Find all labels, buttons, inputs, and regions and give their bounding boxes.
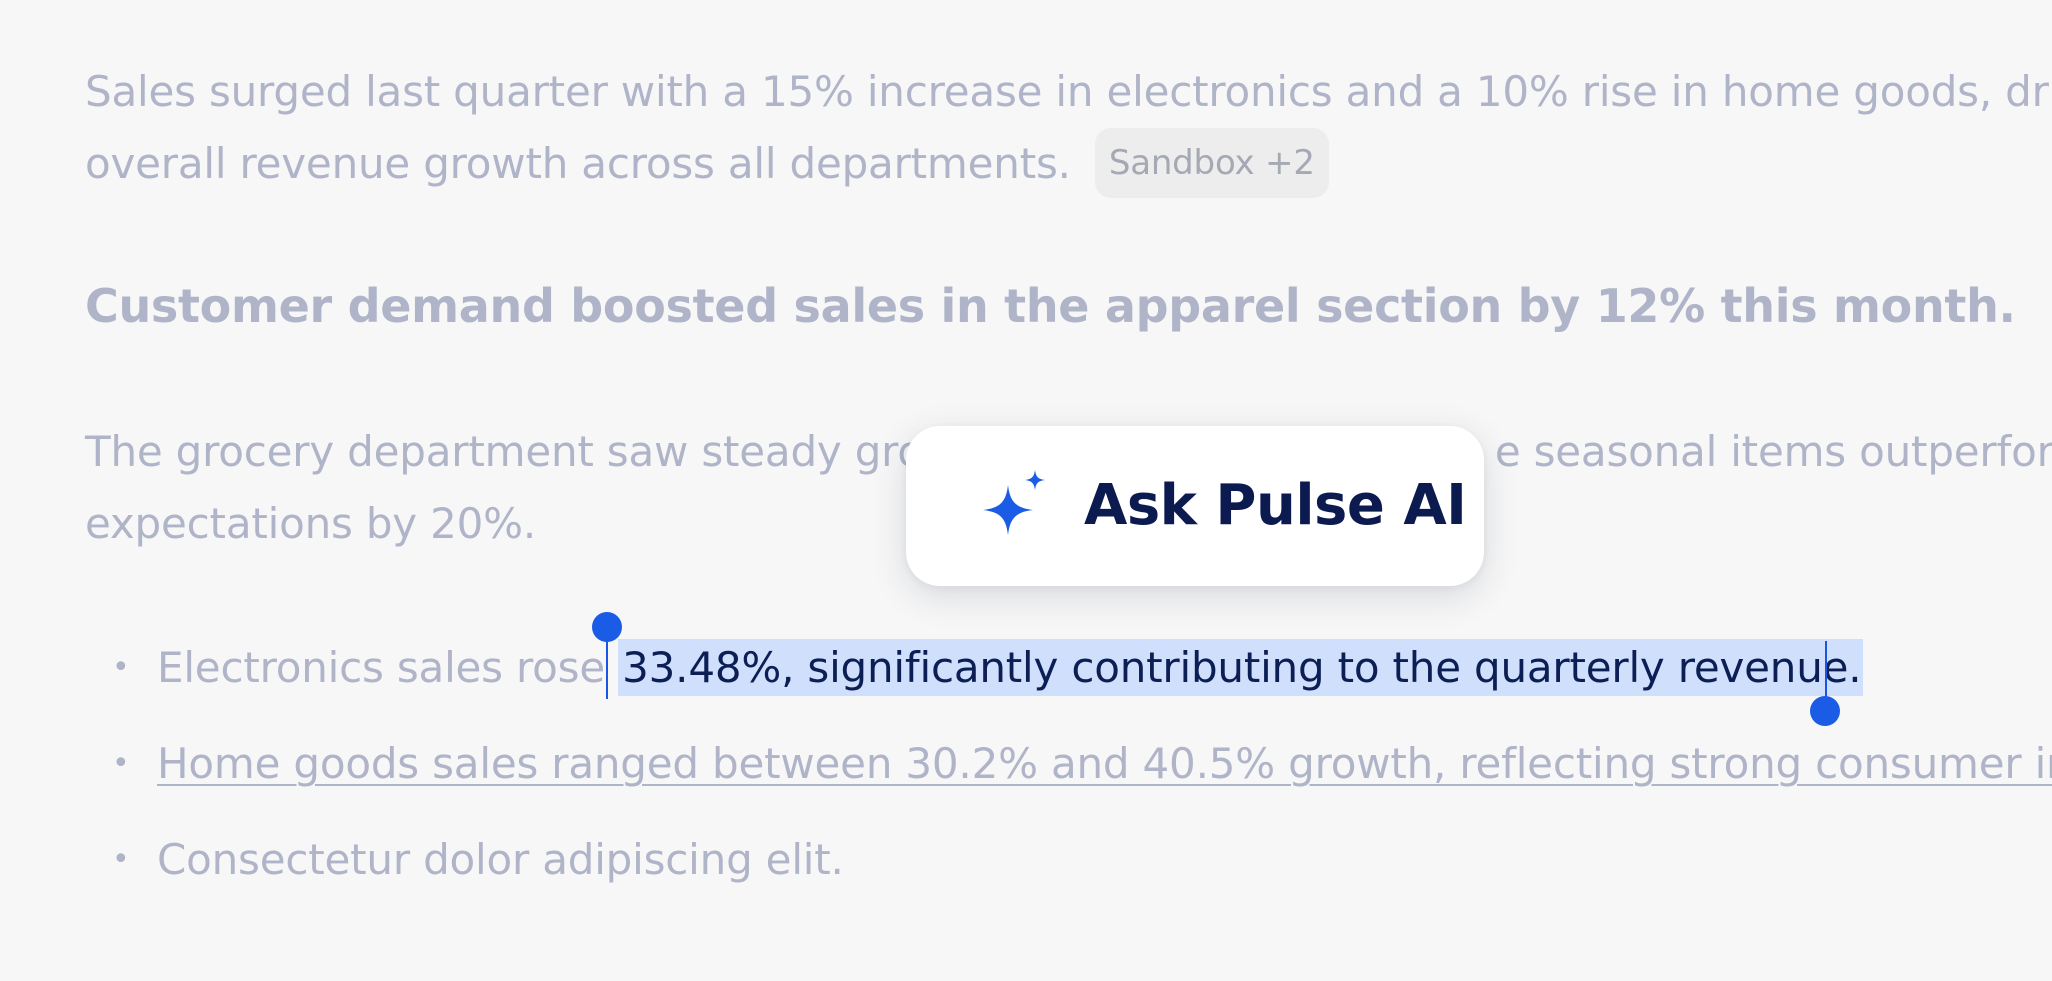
list-item-link[interactable]: Home goods sales ranged between 30.2% an…	[157, 728, 2052, 800]
list-item-text[interactable]: Consectetur dolor adipiscing elit.	[157, 824, 844, 896]
sparkle-icon	[978, 470, 1048, 540]
selected-text[interactable]: 33.48%, significantly contributing to th…	[618, 639, 1864, 696]
section-heading: Customer demand boosted sales in the app…	[85, 279, 2016, 333]
ask-pulse-ai-button[interactable]: Ask Pulse AI	[906, 426, 1484, 586]
selection-end-handle[interactable]	[1810, 696, 1840, 726]
bullet-marker: •	[112, 746, 130, 781]
selection-start-handle[interactable]	[592, 612, 622, 642]
ask-pulse-ai-label: Ask Pulse AI	[1084, 473, 1467, 538]
paragraph-sales-summary: Sales surged last quarter with a 15% inc…	[85, 56, 2052, 200]
paragraph-line: Sales surged last quarter with a 15% inc…	[85, 67, 2052, 116]
selection-start-caret	[606, 641, 608, 699]
paragraph-line-right: e seasonal items outperform	[1494, 427, 2052, 476]
paragraph-line: overall revenue growth across all depart…	[85, 127, 2052, 200]
bullet-marker: •	[112, 842, 130, 877]
selection-end-caret	[1825, 641, 1827, 699]
document-editor[interactable]: Sales surged last quarter with a 15% inc…	[0, 0, 2052, 981]
paragraph-line-left: The grocery department saw steady gro	[85, 427, 923, 476]
unselected-text: Electronics sales rose	[157, 643, 619, 692]
sandbox-chip[interactable]: Sandbox +2	[1094, 127, 1329, 198]
paragraph-line-text: overall revenue growth across all depart…	[85, 139, 1071, 188]
bullet-marker: •	[112, 650, 130, 685]
list-item-text[interactable]: Electronics sales rose 33.48%, significa…	[157, 632, 1864, 704]
